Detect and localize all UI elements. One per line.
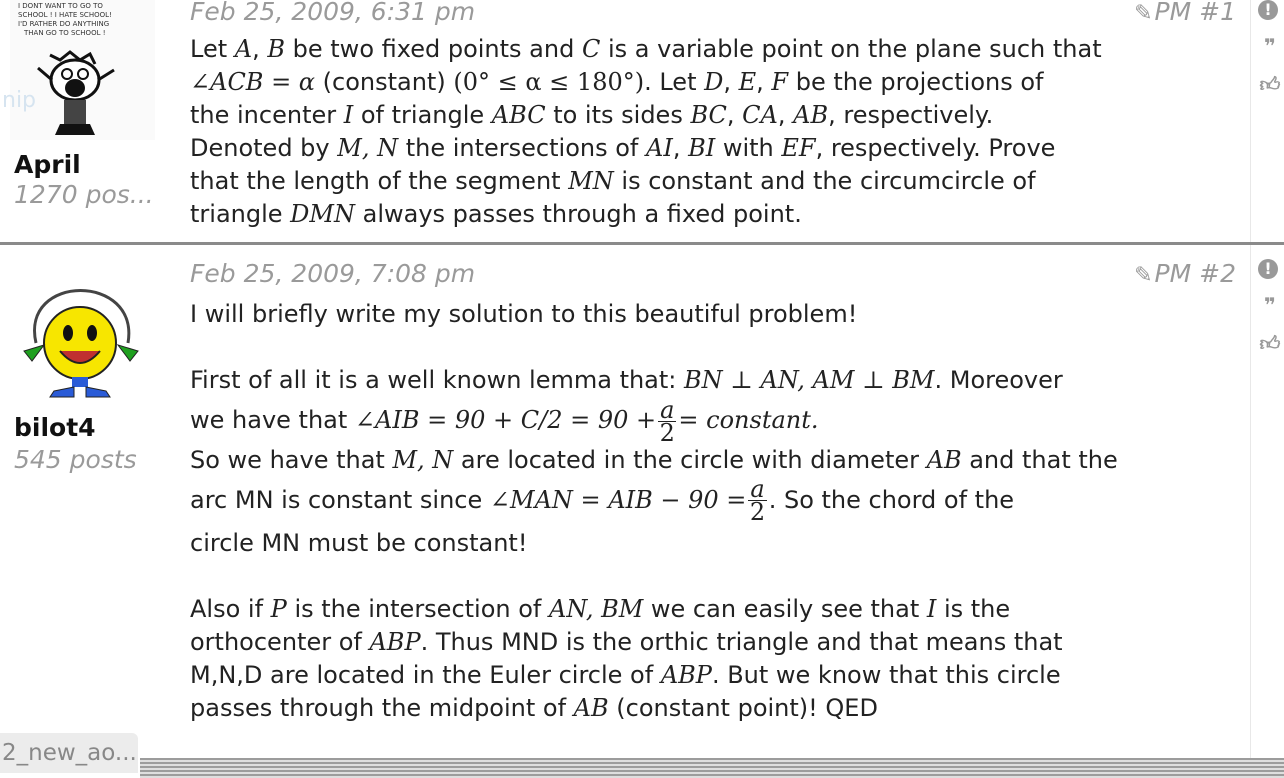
- edit-icon: ✎: [1134, 1, 1153, 26]
- svg-text:SCHOOL ! I HATE SCHOOL!: SCHOOL ! I HATE SCHOOL!: [18, 11, 112, 19]
- post-body: I will briefly write my solution to this…: [190, 298, 1240, 725]
- author-name[interactable]: bilot4: [14, 413, 96, 442]
- edit-icon: ✎: [1134, 263, 1153, 288]
- post-count: 1270 pos...: [14, 180, 154, 209]
- pm-label: PM #2: [1154, 259, 1236, 288]
- post-1: I DONT WANT TO GO TO SCHOOL ! I HATE SCH…: [0, 0, 1284, 243]
- pm-post-number[interactable]: ✎PM #2: [1134, 259, 1236, 288]
- post-actions: ! ❞ 👍︎: [1258, 0, 1284, 110]
- paragraph-1: I will briefly write my solution to this…: [190, 300, 858, 328]
- like-icon[interactable]: 👍︎: [1258, 72, 1282, 96]
- fraction-a-over-2: a2: [748, 475, 767, 526]
- post-2: bilot4 545 posts Feb 25, 2009, 7:08 pm ✎…: [0, 245, 1284, 778]
- svg-text:I'D RATHER DO ANYTHING: I'D RATHER DO ANYTHING: [18, 20, 109, 28]
- bottom-tab[interactable]: 2_new_ao...: [0, 733, 138, 773]
- post-date: Feb 25, 2009, 6:31 pm: [190, 0, 476, 26]
- like-icon[interactable]: 👍︎: [1258, 331, 1282, 355]
- svg-text:I DONT WANT TO GO TO: I DONT WANT TO GO TO: [18, 2, 103, 10]
- pm-label: PM #1: [1154, 0, 1236, 26]
- avatar-april[interactable]: I DONT WANT TO GO TO SCHOOL ! I HATE SCH…: [10, 0, 155, 140]
- post-body: Let A, B be two fixed points and C is a …: [190, 35, 1102, 228]
- post-count: 545 posts: [14, 445, 137, 474]
- report-icon[interactable]: !: [1258, 0, 1278, 20]
- quote-icon[interactable]: ❞: [1258, 34, 1282, 58]
- avatar-bilot4[interactable]: [10, 263, 155, 403]
- fraction-a-over-2: a2: [658, 395, 677, 447]
- avatar-ghost-text: nip: [2, 88, 37, 113]
- svg-text:THAN GO TO SCHOOL !: THAN GO TO SCHOOL !: [23, 29, 106, 37]
- post-actions: ! ❞ 👍︎: [1258, 259, 1284, 369]
- post-date: Feb 25, 2009, 7:08 pm: [190, 259, 476, 288]
- author-name[interactable]: April: [14, 150, 81, 179]
- bottom-scrollbar[interactable]: [140, 758, 1284, 778]
- report-icon[interactable]: !: [1258, 259, 1278, 279]
- quote-icon[interactable]: ❞: [1258, 293, 1282, 317]
- pm-post-number[interactable]: ✎PM #1: [1134, 0, 1236, 26]
